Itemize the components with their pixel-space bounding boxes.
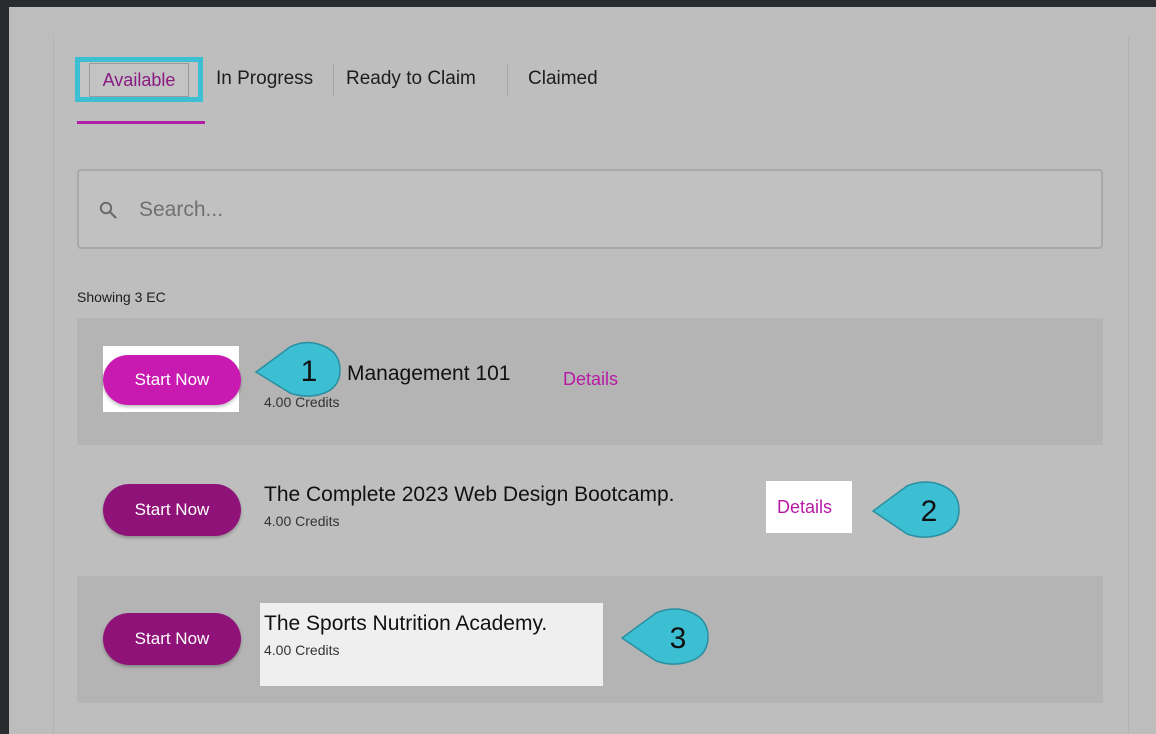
callout-number: 1 [301,355,318,388]
active-tab-indicator [77,121,205,124]
start-now-button[interactable]: Start Now [103,484,241,536]
callout-number: 3 [670,622,687,655]
callout-number: 2 [921,495,938,528]
list-item: Start Now The Complete 2023 Web Design B… [77,447,1103,574]
course-title: The Sports Nutrition Academy. [264,612,548,635]
course-credits: 4.00 Credits [264,642,340,658]
tab-divider [507,63,508,97]
tab-claimed[interactable]: Claimed [528,68,598,90]
start-now-button[interactable]: Start Now [103,613,241,665]
tab-divider [333,63,334,97]
course-credits: 4.00 Credits [264,513,340,529]
search-icon [99,201,117,219]
search-box[interactable] [77,169,1103,249]
tab-in-progress[interactable]: In Progress [216,68,313,90]
tab-available-label: Available [88,62,190,97]
tab-available[interactable]: Available [75,57,203,102]
app-frame: Available In Progress Ready to Claim Cla… [9,7,1156,734]
callout-marker: 1 [254,341,341,397]
list-item: Start Now Management 101 4.00 Credits De… [77,318,1103,445]
details-link[interactable]: Details [563,369,618,390]
callout-marker: 3 [620,608,709,665]
results-count: Showing 3 EC [77,289,166,305]
details-link[interactable]: Details [777,497,832,518]
course-title: The Complete 2023 Web Design Bootcamp. [264,483,675,506]
list-item: Start Now The Sports Nutrition Academy. … [77,576,1103,703]
course-title: Management 101 [347,362,511,385]
content-panel: Available In Progress Ready to Claim Cla… [53,37,1129,734]
tab-ready-to-claim[interactable]: Ready to Claim [346,68,476,90]
search-input[interactable] [139,191,1039,229]
callout-marker: 2 [871,481,960,538]
start-now-button[interactable]: Start Now [103,355,241,405]
